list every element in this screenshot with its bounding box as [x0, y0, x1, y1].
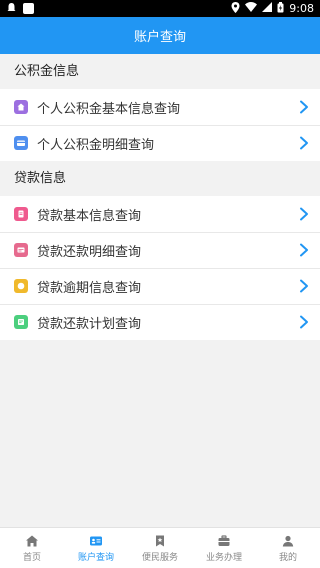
clock-icon — [14, 279, 28, 293]
tab-home[interactable]: 首页 — [0, 528, 64, 568]
list-item-label: 贷款基本信息查询 — [37, 208, 142, 224]
list-item-loan-overdue-info[interactable]: 贷款逾期信息查询 — [0, 268, 320, 304]
chevron-right-icon — [300, 279, 308, 293]
tab-label: 我的 — [278, 552, 297, 563]
location-icon — [231, 1, 240, 16]
wifi-icon — [245, 2, 258, 15]
status-bar: 9:08 — [0, 0, 320, 17]
status-bar-left — [6, 2, 34, 16]
list-item-loan-repayment-plan[interactable]: 贷款还款计划查询 — [0, 304, 320, 340]
house-icon — [14, 100, 28, 114]
home-icon — [26, 535, 38, 546]
page-title: 账户查询 — [133, 30, 186, 45]
section-title-provident-fund: 公积金信息 — [0, 54, 320, 89]
status-time: 9:08 — [289, 2, 314, 15]
list-item-fund-detail[interactable]: 个人公积金明细查询 — [0, 125, 320, 161]
bottom-nav: 首页 账户查询 便民服务 业务办理 我的 — [0, 527, 320, 568]
user-icon — [282, 535, 294, 546]
provident-fund-list: 个人公积金基本信息查询 个人公积金明细查询 — [0, 89, 320, 161]
chevron-right-icon — [300, 243, 308, 257]
document-icon — [14, 207, 28, 221]
briefcase-icon — [218, 534, 230, 546]
plan-icon — [14, 315, 28, 329]
list-item-label: 个人公积金基本信息查询 — [37, 101, 181, 117]
list-item-label: 贷款逾期信息查询 — [37, 280, 142, 296]
list-item-loan-basic-info[interactable]: 贷款基本信息查询 — [0, 196, 320, 232]
bookmark-icon — [156, 535, 164, 546]
signal-icon — [262, 2, 273, 15]
tab-mine[interactable]: 我的 — [256, 528, 320, 568]
main-content: 公积金信息 个人公积金基本信息查询 个人公积金明细查询 贷款信息 贷款基本信息查… — [0, 54, 320, 340]
tab-label: 便民服务 — [141, 552, 178, 563]
account-card-icon — [90, 536, 102, 545]
list-item-fund-basic-info[interactable]: 个人公积金基本信息查询 — [0, 89, 320, 125]
tab-label: 首页 — [22, 552, 41, 563]
list-item-loan-repayment-detail[interactable]: 贷款还款明细查询 — [0, 232, 320, 268]
chevron-right-icon — [300, 315, 308, 329]
app-notification-icon — [23, 3, 34, 14]
tab-convenience-service[interactable]: 便民服务 — [128, 528, 192, 568]
tab-business-handling[interactable]: 业务办理 — [192, 528, 256, 568]
loan-list: 贷款基本信息查询 贷款还款明细查询 贷款逾期信息查询 贷款还款计划查询 — [0, 196, 320, 340]
chevron-right-icon — [300, 207, 308, 221]
tab-label: 账户查询 — [77, 552, 114, 563]
receipt-icon — [14, 243, 28, 257]
status-bar-right: 9:08 — [231, 1, 314, 16]
card-icon — [14, 136, 28, 150]
chevron-right-icon — [300, 100, 308, 114]
list-item-label: 贷款还款计划查询 — [37, 316, 142, 332]
tab-label: 业务办理 — [205, 552, 242, 563]
tab-account-query[interactable]: 账户查询 — [64, 528, 128, 568]
section-title-loan: 贷款信息 — [0, 161, 320, 196]
app-bar: 账户查询 — [0, 17, 320, 54]
list-item-label: 贷款还款明细查询 — [37, 244, 142, 260]
list-item-label: 个人公积金明细查询 — [37, 137, 155, 153]
chevron-right-icon — [300, 136, 308, 150]
battery-icon — [277, 1, 284, 16]
notification-icon — [6, 2, 17, 16]
